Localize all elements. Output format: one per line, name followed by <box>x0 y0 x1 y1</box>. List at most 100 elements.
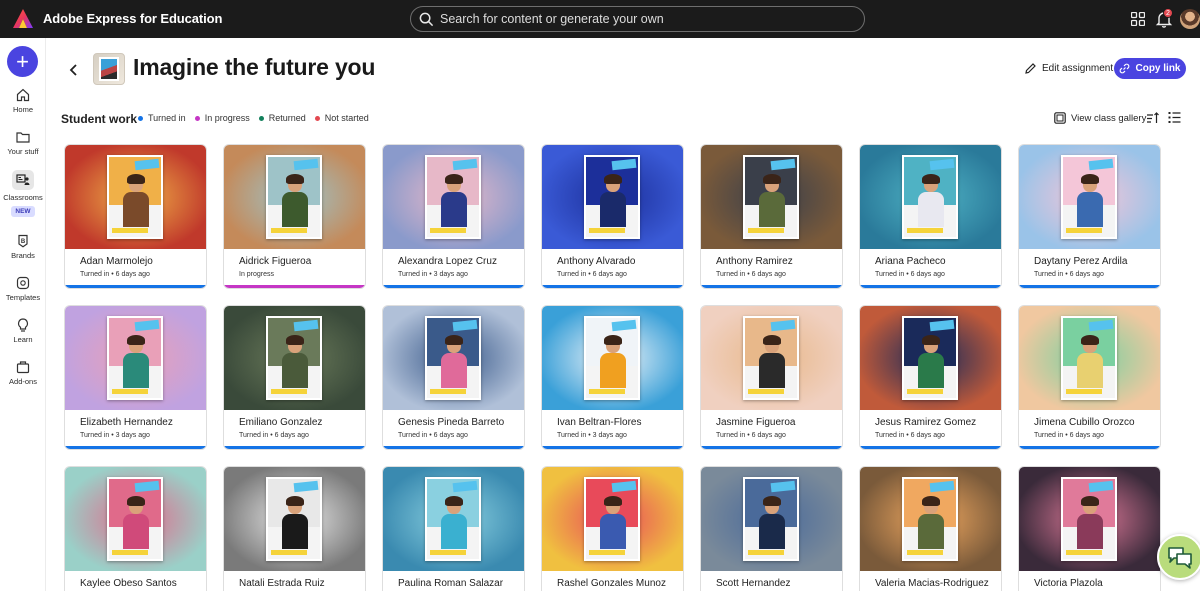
submission-preview <box>860 467 1001 571</box>
student-card[interactable]: Scott HernandezTurned in <box>700 466 843 591</box>
adobe-express-logo[interactable] <box>12 8 34 30</box>
submission-status: Turned in • 6 days ago <box>875 432 945 439</box>
page-title: Imagine the future you <box>133 54 376 80</box>
submission-status: Turned in • 6 days ago <box>1034 271 1104 278</box>
edit-assignment-button[interactable]: Edit assignment <box>1024 62 1113 75</box>
status-bar <box>701 446 842 449</box>
sidebar-item-your-stuff[interactable]: Your stuff <box>0 130 46 156</box>
sort-icon[interactable] <box>1146 111 1160 125</box>
sidebar-item-learn[interactable]: Learn <box>0 318 46 344</box>
legend-not-started: Not started <box>314 113 369 123</box>
student-card[interactable]: Genesis Pineda Barreto Turned in • 6 days… <box>382 305 525 450</box>
submission-preview <box>65 306 206 410</box>
legend-dot <box>258 115 264 121</box>
submission-preview <box>383 145 524 249</box>
student-card[interactable]: Elizabeth Hernandez Turned in • 3 days ag… <box>64 305 207 450</box>
student-card[interactable]: Emiliano Gonzalez Turned in • 6 days ago <box>223 305 366 450</box>
search-input[interactable] <box>440 12 840 26</box>
status-bar <box>542 446 683 449</box>
student-card[interactable]: Jasmine Figueroa Turned in • 6 days ago <box>700 305 843 450</box>
student-name: Jasmine Figueroa <box>716 417 796 428</box>
student-card[interactable]: Aidrick Figueroa In progress <box>223 144 366 289</box>
sidebar-item-label: Add-ons <box>9 377 37 386</box>
chat-support-button[interactable] <box>1157 534 1200 580</box>
poster-image <box>1061 316 1117 400</box>
copy-link-button[interactable]: Copy link <box>1114 58 1186 79</box>
app-title: Adobe Express for Education <box>43 11 223 26</box>
student-card[interactable]: Ivan Beltran-Flores Turned in • 3 days ag… <box>541 305 684 450</box>
submission-preview <box>224 467 365 571</box>
submission-preview <box>65 145 206 249</box>
student-card[interactable]: Daytany Perez Ardila Turned in • 6 days a… <box>1018 144 1161 289</box>
submission-status: Turned in • 6 days ago <box>398 432 468 439</box>
sidebar-item-add-ons[interactable]: Add-ons <box>0 360 46 386</box>
student-card[interactable]: Anthony Alvarado Turned in • 6 days ago <box>541 144 684 289</box>
svg-text:B: B <box>21 239 26 245</box>
sidebar-item-brands[interactable]: B Brands <box>0 234 46 260</box>
view-class-gallery-button[interactable]: View class gallery <box>1054 112 1146 124</box>
poster-image <box>902 477 958 561</box>
student-card[interactable]: Kaylee Obeso SantosTurned in <box>64 466 207 591</box>
status-bar <box>383 446 524 449</box>
sidebar-item-home[interactable]: Home <box>0 88 46 114</box>
new-badge: NEW <box>11 206 35 217</box>
student-card[interactable]: Alexandra Lopez Cruz Turned in • 3 days a… <box>382 144 525 289</box>
submission-preview <box>383 467 524 571</box>
student-card[interactable]: Jimena Cubillo Orozco Turned in • 6 days … <box>1018 305 1161 450</box>
brands-icon: B <box>18 234 28 248</box>
submission-preview <box>65 467 206 571</box>
student-name: Ariana Pacheco <box>875 256 946 267</box>
left-sidebar: + Home Your stuff Classrooms NEW B Brand… <box>0 38 46 591</box>
student-card[interactable]: Victoria PlazolaTurned in <box>1018 466 1161 591</box>
student-card[interactable]: Paulina Roman SalazarTurned in <box>382 466 525 591</box>
edit-assignment-label: Edit assignment <box>1042 63 1114 74</box>
student-card[interactable]: Valeria Macias-RodriguezTurned in <box>859 466 1002 591</box>
student-card[interactable]: Rashel Gonzales MunozTurned in <box>541 466 684 591</box>
submission-preview <box>224 306 365 410</box>
submission-status: Turned in • 3 days ago <box>557 432 627 439</box>
status-bar <box>65 446 206 449</box>
submission-preview <box>1019 467 1160 571</box>
status-bar <box>65 285 206 288</box>
submission-preview <box>860 306 1001 410</box>
student-name: Anthony Ramirez <box>716 256 793 267</box>
sidebar-item-classrooms[interactable]: Classrooms NEW <box>0 170 46 217</box>
submission-status: Turned in • 6 days ago <box>716 271 786 278</box>
student-card[interactable]: Natali Estrada RuizTurned in <box>223 466 366 591</box>
submission-preview <box>224 145 365 249</box>
student-card[interactable]: Ariana Pacheco Turned in • 6 days ago <box>859 144 1002 289</box>
student-card[interactable]: Adan Marmolejo Turned in • 6 days ago <box>64 144 207 289</box>
legend-label: Returned <box>268 113 306 123</box>
search-bar[interactable] <box>410 6 865 32</box>
create-button[interactable]: + <box>7 46 38 77</box>
gallery-icon <box>1054 112 1066 124</box>
apps-grid-icon[interactable] <box>1131 12 1145 26</box>
submission-status: Turned in • 6 days ago <box>557 271 627 278</box>
student-card[interactable]: Anthony Ramirez Turned in • 6 days ago <box>700 144 843 289</box>
student-name: Victoria Plazola <box>1034 578 1103 589</box>
submission-preview <box>542 145 683 249</box>
poster-image <box>743 316 799 400</box>
student-name: Rashel Gonzales Munoz <box>557 578 666 589</box>
submission-preview <box>860 145 1001 249</box>
submission-status: Turned in • 6 days ago <box>1034 432 1104 439</box>
student-card[interactable]: Jesus Ramirez Gomez Turned in • 6 days ag… <box>859 305 1002 450</box>
sidebar-item-templates[interactable]: Templates <box>0 276 46 302</box>
copy-link-label: Copy link <box>1135 63 1181 74</box>
back-arrow-icon[interactable] <box>68 63 80 77</box>
status-bar <box>224 285 365 288</box>
user-avatar[interactable] <box>1180 9 1200 29</box>
list-view-icon[interactable] <box>1168 111 1181 124</box>
legend-dot <box>194 115 200 121</box>
student-name: Alexandra Lopez Cruz <box>398 256 497 267</box>
student-work-heading: Student work <box>61 112 138 126</box>
search-icon <box>419 12 434 26</box>
legend-in-progress: In progress <box>194 113 250 123</box>
student-name: Natali Estrada Ruiz <box>239 578 325 589</box>
active-indicator <box>12 170 34 190</box>
status-bar <box>1019 285 1160 288</box>
link-icon <box>1120 63 1130 74</box>
student-name: Elizabeth Hernandez <box>80 417 173 428</box>
notification-badge: 2 <box>1163 8 1173 18</box>
home-icon <box>16 88 30 102</box>
